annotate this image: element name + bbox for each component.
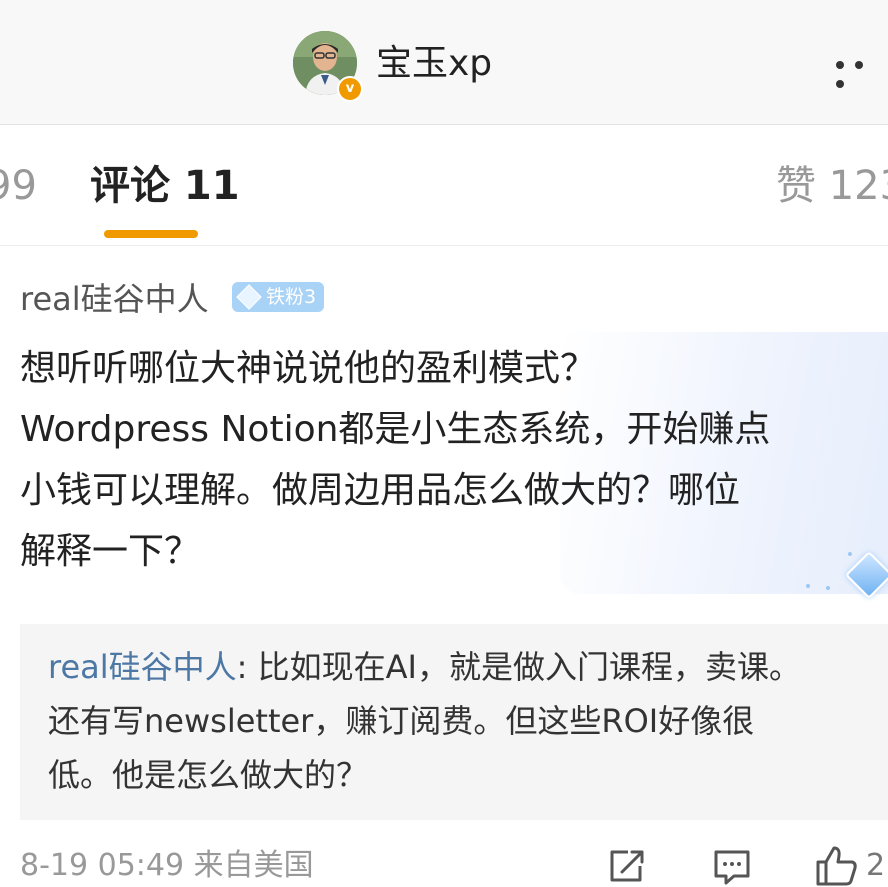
reply-separator: :	[236, 648, 258, 686]
diamond-icon	[236, 284, 262, 310]
reply-line: real硅谷中人: 比如现在AI，就是做入门课程，卖课。	[48, 640, 868, 694]
comment-body: 想听听哪位大神说说他的盈利模式？ Wordpress Notion都是小生态系统…	[20, 338, 870, 582]
reply-line-3: 低。他是怎么做大的？	[48, 756, 369, 794]
thumbs-up-icon[interactable]	[814, 844, 858, 886]
tab-comments[interactable]: 评论 11	[90, 160, 240, 212]
comment-line: 解释一下？	[20, 531, 201, 572]
tab-likes[interactable]: 赞 123	[776, 160, 888, 212]
more-dots-icon[interactable]	[836, 54, 888, 88]
decoration-dot	[806, 584, 810, 588]
fan-badge-label: 铁粉3	[266, 286, 317, 308]
comment-icon[interactable]	[712, 848, 752, 886]
comment-line: Wordpress Notion都是小生态系统，开始赚点	[20, 409, 771, 450]
decoration-dot	[826, 586, 830, 590]
user-name[interactable]: 宝玉xp	[376, 40, 492, 88]
comment-line: 想听听哪位大神说说他的盈利模式？	[20, 348, 597, 389]
tabs-divider	[0, 245, 888, 246]
reply-line-2: 还有写newsletter，赚订阅费。但这些ROI好像很	[48, 702, 755, 740]
reply-line-1: 比如现在AI，就是做入门课程，卖课。	[257, 648, 801, 686]
comment-line: 小钱可以理解。做周边用品怎么做大的？哪位	[20, 470, 741, 511]
comment-author[interactable]: real硅谷中人	[20, 278, 209, 320]
tab-reposts[interactable]: 99	[0, 160, 37, 212]
active-tab-indicator	[104, 230, 198, 238]
reply-author[interactable]: real硅谷中人	[48, 648, 237, 686]
comment-timestamp: 8-19 05:49 来自美国	[20, 848, 314, 883]
share-icon[interactable]	[608, 848, 648, 884]
top-bar: v 宝玉xp	[0, 0, 888, 125]
verified-badge: v	[337, 76, 363, 102]
like-count: 2	[866, 848, 886, 883]
fan-badge: 铁粉3	[232, 282, 325, 312]
reply-body: real硅谷中人: 比如现在AI，就是做入门课程，卖课。 还有写newslett…	[48, 640, 868, 802]
